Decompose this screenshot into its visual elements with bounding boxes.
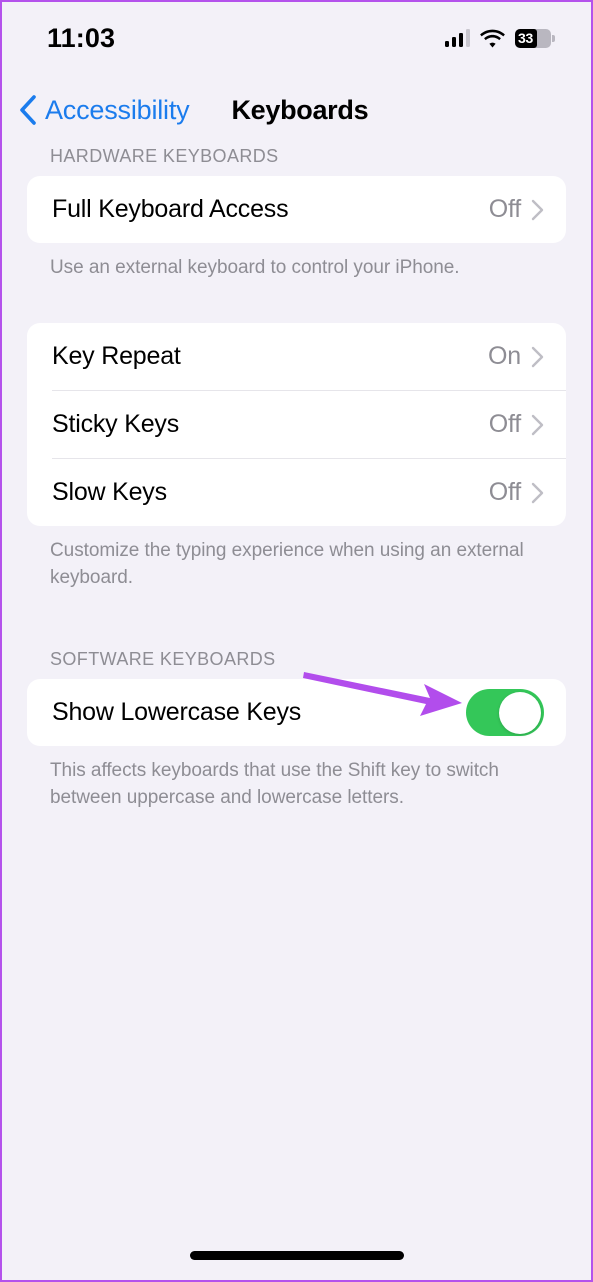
row-accessory-group: On bbox=[488, 342, 544, 371]
status-bar: 11:03 33 bbox=[2, 2, 591, 74]
settings-row-full-keyboard-access[interactable]: Full Keyboard Access Off bbox=[27, 176, 566, 243]
footnote-typing-options: Customize the typing experience when usi… bbox=[50, 540, 524, 588]
settings-group-typing-options: Key Repeat On Sticky Keys Off Slow Keys … bbox=[27, 323, 566, 526]
footnote-hardware-keyboards: Use an external keyboard to control your… bbox=[50, 257, 460, 278]
chevron-right-icon bbox=[531, 346, 544, 367]
section-header-software-keyboards: SOFTWARE KEYBOARDS bbox=[50, 649, 276, 669]
navigation-bar: Accessibility Keyboards bbox=[2, 74, 591, 146]
settings-row-slow-keys[interactable]: Slow Keys Off bbox=[27, 459, 566, 526]
chevron-right-icon bbox=[531, 482, 544, 503]
status-time: 11:03 bbox=[47, 22, 116, 53]
settings-group-hardware-keyboards: Full Keyboard Access Off bbox=[27, 176, 566, 243]
row-label: Slow Keys bbox=[52, 478, 167, 506]
footnote-software-keyboards: This affects keyboards that use the Shif… bbox=[50, 760, 499, 808]
settings-group-software-keyboards: Show Lowercase Keys bbox=[27, 679, 566, 746]
iphone-screen: 11:03 33 Accessibility Keyboards HARDWAR… bbox=[0, 0, 593, 1282]
cellular-signal-icon bbox=[444, 29, 470, 47]
battery-nub bbox=[551, 34, 555, 42]
wifi-icon bbox=[480, 29, 505, 47]
show-lowercase-keys-toggle[interactable] bbox=[466, 689, 544, 736]
settings-row-show-lowercase-keys[interactable]: Show Lowercase Keys bbox=[27, 679, 566, 746]
row-value: Off bbox=[488, 410, 521, 438]
row-value: Off bbox=[488, 195, 521, 223]
settings-row-sticky-keys[interactable]: Sticky Keys Off bbox=[27, 391, 566, 458]
row-value: Off bbox=[488, 478, 521, 506]
section-header-hardware-keyboards: HARDWARE KEYBOARDS bbox=[50, 146, 279, 166]
battery-icon: 33 bbox=[515, 28, 555, 48]
row-label: Key Repeat bbox=[52, 342, 181, 370]
settings-row-key-repeat[interactable]: Key Repeat On bbox=[27, 323, 566, 390]
page-title: Keyboards bbox=[231, 94, 369, 125]
chevron-right-icon bbox=[531, 414, 544, 435]
row-accessory-group: Off bbox=[489, 478, 544, 507]
row-label: Show Lowercase Keys bbox=[52, 698, 302, 726]
status-icons: 33 bbox=[444, 28, 555, 48]
toggle-knob bbox=[499, 691, 541, 734]
row-accessory-group: Off bbox=[489, 410, 544, 439]
row-label: Full Keyboard Access bbox=[52, 195, 289, 223]
back-button[interactable]: Accessibility bbox=[2, 94, 190, 126]
back-button-label: Accessibility bbox=[45, 94, 190, 125]
chevron-right-icon bbox=[531, 199, 544, 220]
chevron-left-icon bbox=[20, 95, 36, 125]
settings-content: HARDWARE KEYBOARDS Full Keyboard Access … bbox=[2, 146, 591, 1280]
battery-level-text: 33 bbox=[518, 30, 533, 46]
row-accessory-group: Off bbox=[489, 195, 544, 224]
home-indicator bbox=[189, 1251, 404, 1260]
row-value: On bbox=[488, 342, 521, 370]
row-label: Sticky Keys bbox=[52, 410, 179, 438]
